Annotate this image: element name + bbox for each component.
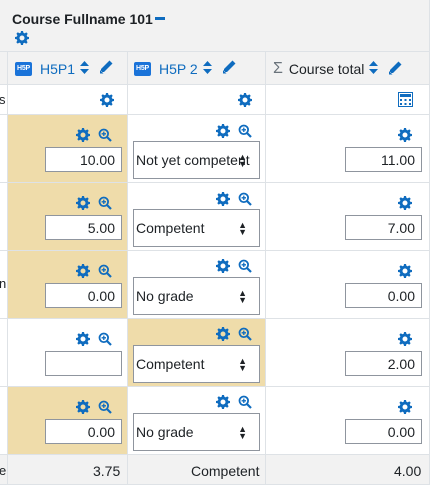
h5p2-average-value: Competent <box>191 463 260 479</box>
h5p1-grade-input[interactable] <box>45 283 122 308</box>
left-row-cell <box>0 387 8 455</box>
h5p2-column-label[interactable]: H5P 2 <box>159 61 198 77</box>
total-pencil-icon[interactable] <box>388 61 402 78</box>
left-average-label: e <box>0 463 7 478</box>
total-column-header[interactable]: Σ Course total <box>273 60 402 78</box>
h5p2-cell-zoom-icon[interactable] <box>238 327 252 341</box>
left-header-cell <box>0 52 8 85</box>
total-grade-input[interactable] <box>345 283 422 308</box>
select-caret-icon: ▲ ▼ <box>238 220 247 237</box>
h5p1-grade-input[interactable] <box>45 351 122 376</box>
total-column-label[interactable]: Course total <box>289 61 364 77</box>
h5p2-grade-select[interactable]: No grade ▲ ▼ <box>133 277 260 315</box>
h5p1-badge-icon: H5P <box>15 61 32 76</box>
left-row-cell <box>0 115 8 183</box>
h5p2-cell-gear-icon[interactable] <box>216 192 230 206</box>
h5p2-grade-select[interactable]: Not yet competent ▲ ▼ <box>133 141 260 179</box>
calculator-icon[interactable] <box>398 92 413 110</box>
total-cell-gear-icon[interactable] <box>398 264 412 278</box>
select-caret-icon: ▲ ▼ <box>238 424 247 441</box>
h5p1-column-header[interactable]: H5P H5P1 <box>15 60 113 77</box>
left-row-label: n <box>0 276 7 291</box>
total-grade-input[interactable] <box>345 215 422 240</box>
h5p1-cell-zoom-icon[interactable] <box>98 196 112 210</box>
total-cell-gear-icon[interactable] <box>398 128 412 142</box>
h5p1-cell-gear-icon[interactable] <box>76 196 90 210</box>
h5p2-pencil-icon[interactable] <box>222 60 236 77</box>
h5p2-cell-gear-icon[interactable] <box>216 327 230 341</box>
h5p1-cell-gear-icon[interactable] <box>76 128 90 142</box>
total-cell-gear-icon[interactable] <box>398 400 412 414</box>
h5p1-column-label[interactable]: H5P1 <box>40 61 75 77</box>
h5p1-grade-input[interactable] <box>45 419 122 444</box>
course-title-text: Course Fullname 101 <box>12 11 153 27</box>
h5p2-cell-zoom-icon[interactable] <box>238 124 252 138</box>
h5p2-grade-select[interactable]: No grade ▲ ▼ <box>133 413 260 451</box>
total-grade-input[interactable] <box>345 419 422 444</box>
total-grade-input[interactable] <box>345 351 422 376</box>
total-cell-gear-icon[interactable] <box>398 196 412 210</box>
h5p1-cell-gear-icon[interactable] <box>76 264 90 278</box>
course-gear-icon[interactable] <box>15 31 29 45</box>
left-range-label: s <box>0 92 6 107</box>
h5p2-cell-gear-icon[interactable] <box>216 395 230 409</box>
course-title: Course Fullname 101 <box>12 11 165 27</box>
h5p1-grade-input[interactable] <box>45 147 122 172</box>
h5p1-cell-zoom-icon[interactable] <box>98 400 112 414</box>
left-row-cell <box>0 183 8 251</box>
collapse-minus-icon[interactable] <box>154 16 165 20</box>
h5p1-sort-icon[interactable] <box>80 60 90 77</box>
h5p2-badge-icon: H5P <box>134 61 151 76</box>
left-row-cell <box>0 319 8 387</box>
h5p1-average-value: 3.75 <box>93 463 121 479</box>
h5p2-sort-icon[interactable] <box>202 60 212 77</box>
h5p2-grade-select[interactable]: Competent ▲ ▼ <box>133 209 260 247</box>
h5p2-column-gear-icon[interactable] <box>238 93 252 107</box>
h5p2-grade-select[interactable]: Competent ▲ ▼ <box>133 345 260 383</box>
h5p2-cell-zoom-icon[interactable] <box>238 192 252 206</box>
total-average-value: 4.00 <box>394 463 422 479</box>
h5p2-cell-gear-icon[interactable] <box>216 124 230 138</box>
h5p2-cell-zoom-icon[interactable] <box>238 395 252 409</box>
sigma-icon: Σ <box>273 60 283 77</box>
select-caret-icon: ▲ ▼ <box>238 288 247 305</box>
h5p1-cell-gear-icon[interactable] <box>76 332 90 346</box>
h5p1-cell-zoom-icon[interactable] <box>98 264 112 278</box>
grader-report-table: Course Fullname 101 H5P H5P1 H5P H5P 2 Σ… <box>0 0 438 485</box>
h5p2-cell-zoom-icon[interactable] <box>238 259 252 273</box>
total-cell-gear-icon[interactable] <box>398 332 412 346</box>
select-caret-icon: ▲ ▼ <box>238 356 247 373</box>
h5p1-cell-zoom-icon[interactable] <box>98 128 112 142</box>
total-sort-icon[interactable] <box>369 61 379 77</box>
h5p1-cell-gear-icon[interactable] <box>76 400 90 414</box>
total-grade-input[interactable] <box>345 147 422 172</box>
select-caret-icon: ▲ ▼ <box>238 152 247 169</box>
h5p1-cell-zoom-icon[interactable] <box>98 332 112 346</box>
h5p2-cell-gear-icon[interactable] <box>216 259 230 273</box>
h5p1-column-gear-icon[interactable] <box>100 93 114 107</box>
h5p2-column-header[interactable]: H5P H5P 2 <box>134 60 236 77</box>
h5p1-grade-input[interactable] <box>45 215 122 240</box>
h5p1-pencil-icon[interactable] <box>99 60 113 77</box>
